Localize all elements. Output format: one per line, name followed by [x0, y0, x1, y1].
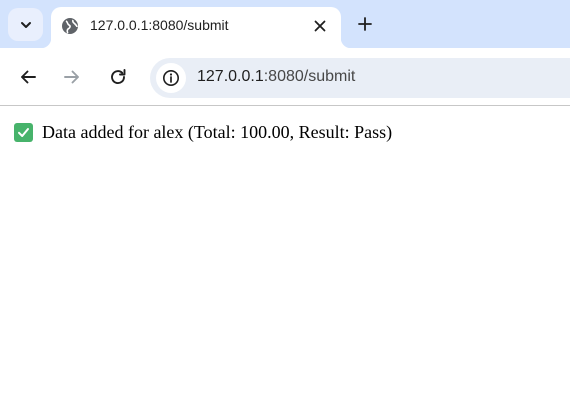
reload-button[interactable] [106, 65, 130, 89]
arrow-right-icon [64, 70, 79, 84]
info-icon [163, 70, 179, 86]
message-text: Data added for alex (Total: 100.00, Resu… [42, 122, 393, 142]
tab-title: 127.0.0.1:8080/submit [90, 17, 229, 33]
check-mark-icon [14, 123, 33, 142]
globe-icon [62, 18, 78, 34]
tab-strip: 127.0.0.1:8080/submit [0, 0, 570, 48]
chevron-down-icon [20, 21, 31, 28]
success-message: Data added for alex (Total: 100.00, Resu… [14, 122, 392, 143]
new-tab-button[interactable] [353, 12, 377, 36]
back-button[interactable] [16, 65, 40, 89]
url-path: :8080/submit [263, 68, 356, 85]
active-tab[interactable]: 127.0.0.1:8080/submit [41, 7, 351, 48]
arrow-left-icon [21, 70, 36, 84]
url-host: 127.0.0.1 [197, 68, 264, 85]
close-icon [314, 20, 326, 32]
reload-icon [111, 69, 126, 85]
page-content: Data added for alex (Total: 100.00, Resu… [0, 107, 570, 405]
site-info-button[interactable] [156, 63, 186, 93]
plus-icon [358, 17, 372, 31]
browser-toolbar: 127.0.0.1:8080/submit [0, 48, 570, 106]
address-bar[interactable]: 127.0.0.1:8080/submit [150, 58, 570, 98]
tab-search-button[interactable] [8, 8, 43, 41]
url-text[interactable]: 127.0.0.1:8080/submit [197, 68, 355, 86]
forward-button[interactable] [60, 65, 84, 89]
tab-close-button[interactable] [309, 15, 331, 37]
